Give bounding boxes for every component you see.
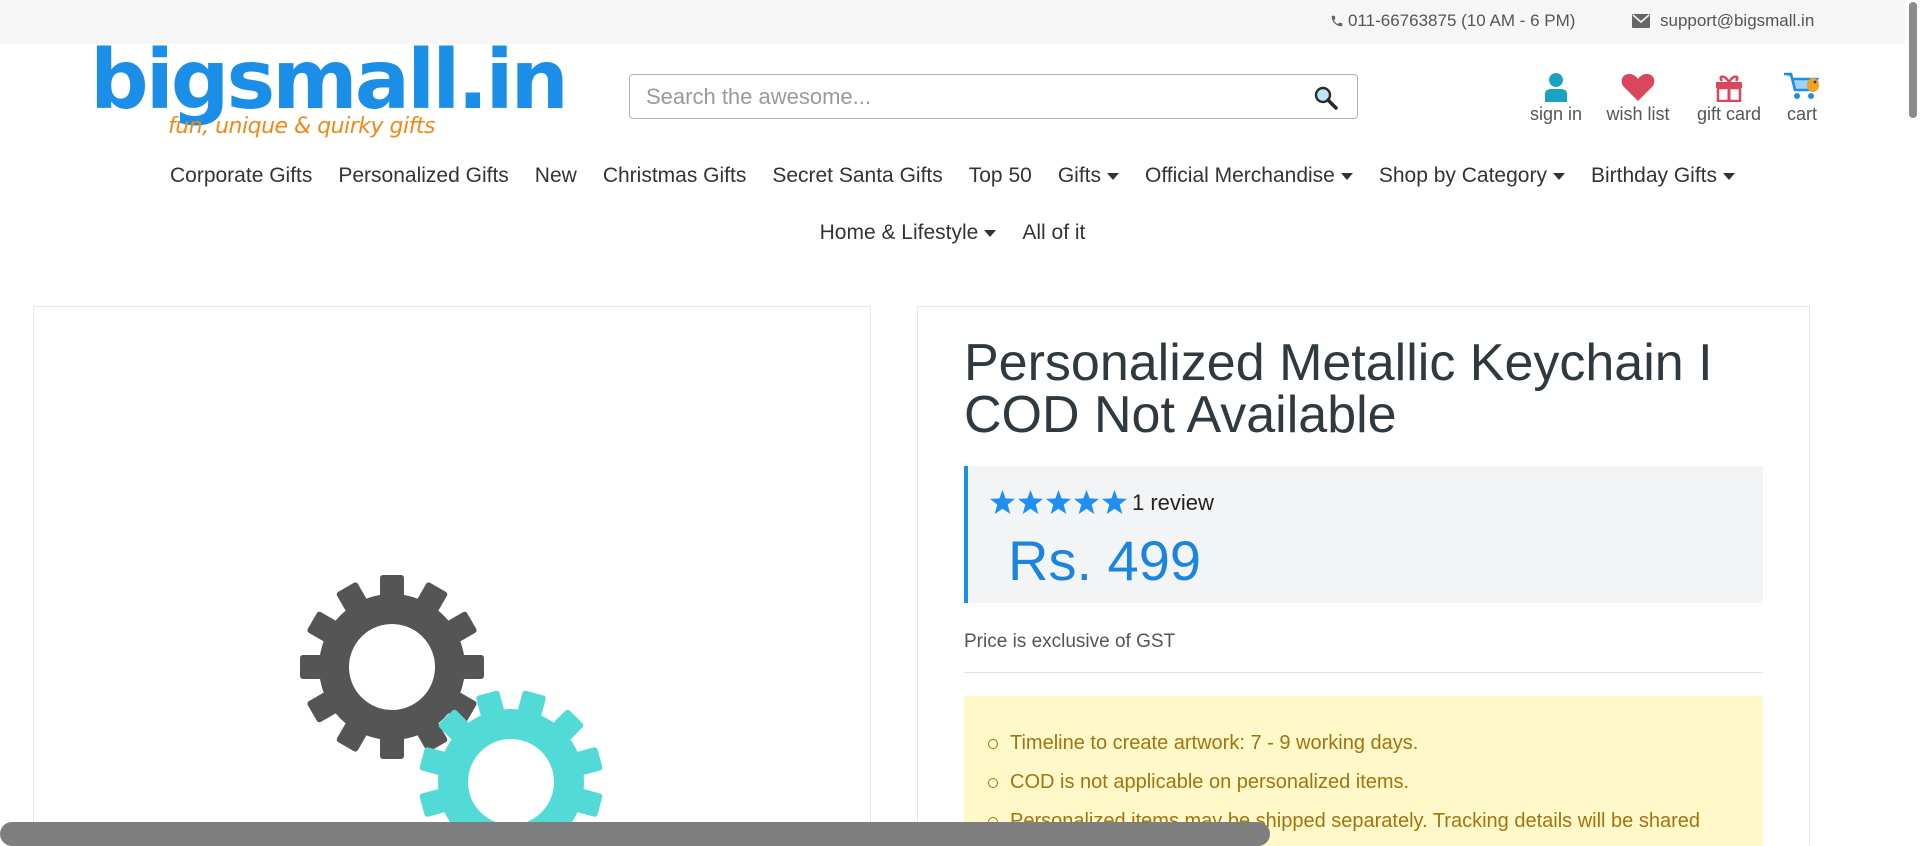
nav-item-gifts[interactable]: Gifts [1058, 164, 1119, 188]
nav-item-label: Secret Santa Gifts [772, 164, 943, 187]
wish-list-label: wish list [1606, 104, 1670, 124]
nav-item-new[interactable]: New [535, 164, 577, 188]
site-logo[interactable]: bigsmall.in fun, unique & quirky gifts [90, 40, 569, 142]
logo-tagline: fun, unique & quirky gifts [168, 114, 435, 139]
phone-text: 011-66763875 (10 AM - 6 PM) [1348, 11, 1576, 30]
star-icon [990, 490, 1015, 514]
nav-item-official-merchandise[interactable]: Official Merchandise [1145, 164, 1353, 188]
nav-item-label: All of it [1022, 221, 1086, 244]
nav-item-label: Christmas Gifts [602, 164, 747, 187]
cart-link[interactable]: cart [1780, 66, 1824, 125]
gears-icon [300, 575, 603, 846]
main-nav-row-2: Home & Lifestyle All of it [0, 221, 1905, 245]
nav-item-label: Corporate Gifts [169, 164, 313, 187]
search-icon [1314, 86, 1338, 110]
star-icon [1046, 490, 1071, 514]
rating-stars[interactable] [990, 490, 1127, 514]
product-image-panel [33, 306, 871, 846]
nav-item-label: Personalized Gifts [338, 164, 509, 187]
horizontal-scrollbar-thumb[interactable] [0, 822, 1270, 846]
nav-item-label: Home & Lifestyle [819, 221, 979, 244]
product-price: Rs. 499 [1008, 529, 1201, 592]
cart-label: cart [1786, 104, 1817, 124]
sign-in-link[interactable]: sign in [1527, 66, 1585, 125]
nav-item-birthday-gifts[interactable]: Birthday Gifts [1590, 164, 1736, 188]
star-icon [1018, 490, 1043, 514]
email-text: support@bigsmall.in [1660, 11, 1815, 30]
cart-icon [1784, 72, 1819, 99]
star-icon [1102, 490, 1127, 514]
star-icon [1074, 490, 1099, 514]
nav-item-shop-by-category[interactable]: Shop by Category [1379, 164, 1565, 188]
search-button[interactable] [1313, 85, 1339, 111]
caret-down-icon [1106, 172, 1119, 180]
gift-card-label: gift card [1696, 104, 1762, 124]
nav-item-corporate-gifts[interactable]: Corporate Gifts [170, 164, 312, 188]
nav-item-label: Top 50 [968, 164, 1032, 187]
nav-item-label: New [534, 164, 577, 187]
envelope-icon [1632, 14, 1650, 28]
price-box: 1 review Rs. 499 [964, 466, 1763, 603]
wish-list-link[interactable]: wish list [1603, 66, 1673, 125]
nav-item-christmas-gifts[interactable]: Christmas Gifts [603, 164, 747, 188]
nav-item-all-of-it[interactable]: All of it [1022, 221, 1085, 245]
product-title: Personalized Metallic Keychain I COD Not… [964, 334, 1713, 444]
nav-item-label: Shop by Category [1378, 164, 1547, 187]
caret-down-icon [1552, 172, 1565, 180]
gst-note: Price is exclusive of GST [964, 631, 1176, 652]
caret-down-icon [1340, 172, 1353, 180]
nav-item-secret-santa-gifts[interactable]: Secret Santa Gifts [772, 164, 942, 188]
horizontal-scrollbar[interactable] [0, 822, 1905, 846]
gift-card-link[interactable]: gift card [1693, 66, 1765, 125]
search-bar [629, 74, 1358, 119]
note-item: COD is not applicable on personalized it… [988, 763, 1763, 802]
gift-icon [1716, 75, 1742, 102]
phone-contact[interactable]: 011-66763875 (10 AM - 6 PM) [1330, 11, 1575, 31]
logo-wordmark: bigsmall.in [90, 33, 569, 128]
nav-item-label: Official Merchandise [1144, 164, 1335, 187]
vertical-scrollbar-thumb[interactable] [1909, 2, 1917, 118]
email-contact[interactable]: support@bigsmall.in [1632, 11, 1814, 31]
main-nav-row-1: Corporate Gifts Personalized Gifts New C… [0, 164, 1905, 188]
caret-down-icon [1723, 172, 1736, 180]
product-details-panel: Personalized Metallic Keychain I COD Not… [917, 306, 1810, 846]
vertical-scrollbar[interactable] [1905, 0, 1920, 846]
nav-item-home-lifestyle[interactable]: Home & Lifestyle [820, 221, 997, 245]
note-item: Timeline to create artwork: 7 - 9 workin… [988, 724, 1763, 763]
divider [964, 672, 1763, 673]
heart-icon [1621, 73, 1655, 101]
nav-item-label: Gifts [1057, 164, 1101, 187]
phone-icon [1331, 15, 1343, 27]
nav-item-personalized-gifts[interactable]: Personalized Gifts [338, 164, 508, 188]
sign-in-label: sign in [1529, 104, 1583, 124]
nav-item-top-50[interactable]: Top 50 [969, 164, 1032, 188]
review-count-link[interactable]: 1 review [1132, 490, 1214, 516]
nav-item-label: Birthday Gifts [1590, 164, 1718, 187]
caret-down-icon [984, 229, 997, 237]
search-input[interactable] [646, 75, 1296, 118]
user-icon [1545, 73, 1567, 102]
